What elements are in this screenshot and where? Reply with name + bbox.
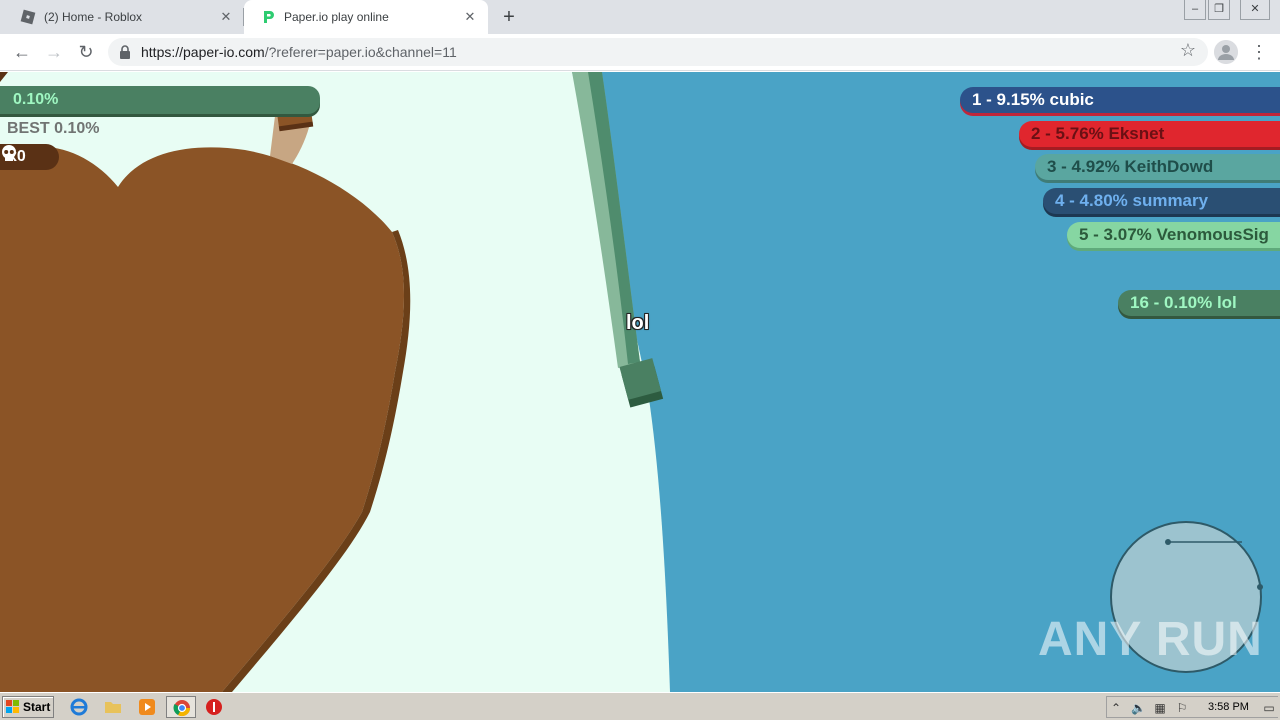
leaderboard-row: 1 - 9.15% cubic [960, 87, 1280, 113]
media-player-icon[interactable] [138, 698, 156, 716]
volume-icon[interactable]: 🔈 [1131, 701, 1146, 715]
player-name-label: lol [626, 312, 650, 334]
leaderboard-row: 4 - 4.80% summary [1043, 188, 1280, 214]
tab-strip: (2) Home - Roblox ✕ Paper.io play online… [0, 0, 1280, 34]
url-path: /?referer=paper.io&channel=11 [264, 44, 457, 60]
tray-expand-icon[interactable]: ⌃ [1109, 701, 1123, 715]
browser-toolbar: ← → ↻ https://paper-io.com/?referer=pape… [0, 34, 1280, 71]
windows-taskbar: Start ⌃ 🔈 ▦ ⚐ ▭ 3:58 PM [0, 692, 1280, 720]
close-window-icon[interactable]: ✕ [1240, 0, 1270, 20]
tab-title: (2) Home - Roblox [44, 10, 143, 24]
profile-avatar-icon[interactable] [1214, 40, 1238, 64]
system-tray: ⌃ 🔈 ▦ ⚐ ▭ [1106, 696, 1278, 718]
my-score-bar: 0.10% [0, 86, 320, 114]
show-desktop-icon[interactable]: ▭ [1261, 701, 1277, 715]
close-icon[interactable]: ✕ [462, 9, 478, 25]
back-arrow-icon[interactable]: ← [9, 39, 35, 65]
clock: 3:58 PM [1208, 701, 1249, 713]
close-icon[interactable]: ✕ [218, 9, 234, 25]
game-canvas[interactable]: 0.10% BEST 0.10% x0 1 - 9.15% cubic 2 - … [0, 72, 1280, 692]
start-button[interactable]: Start [2, 696, 54, 718]
url-text: https://paper-io.com/?referer=paper.io&c… [141, 44, 457, 60]
lock-icon [120, 45, 130, 59]
chrome-icon [173, 700, 191, 717]
paperio-icon [264, 11, 274, 23]
minimize-icon[interactable]: – [1184, 0, 1206, 20]
leaderboard-row: 2 - 5.76% Eksnet [1019, 121, 1280, 147]
ie-icon[interactable] [70, 698, 88, 716]
leaderboard-row: 5 - 3.07% VenomousSig [1067, 222, 1280, 248]
tab-title: Paper.io play online [284, 10, 389, 24]
leaderboard-row: 3 - 4.92% KeithDowd [1035, 154, 1280, 180]
anyrun-watermark: ANY RUN [1038, 612, 1263, 667]
folder-icon[interactable] [104, 698, 122, 716]
url-host: https://paper-io.com [141, 44, 265, 60]
menu-kebab-icon[interactable]: ⋮ [1250, 38, 1268, 66]
network-icon[interactable]: ▦ [1153, 701, 1167, 715]
watermark-text: ANY RUN [1038, 613, 1263, 666]
forward-arrow-icon[interactable]: → [41, 39, 67, 65]
roblox-icon [20, 9, 36, 25]
tab-roblox[interactable]: (2) Home - Roblox ✕ [8, 0, 244, 34]
skull-icon [2, 145, 16, 161]
address-bar[interactable]: https://paper-io.com/?referer=paper.io&c… [108, 38, 1208, 66]
new-tab-button[interactable]: + [498, 6, 520, 28]
reload-icon[interactable]: ↻ [73, 39, 99, 65]
leaderboard-row: 16 - 0.10% lol [1118, 290, 1280, 316]
best-score: BEST 0.10% [7, 120, 100, 137]
tab-paperio[interactable]: Paper.io play online ✕ [244, 0, 488, 34]
chrome-taskbar-button[interactable] [166, 696, 196, 718]
windows-flag-icon [6, 700, 19, 713]
action-center-flag-icon[interactable]: ⚐ [1175, 701, 1189, 715]
stop-icon[interactable] [205, 698, 223, 716]
start-label: Start [23, 700, 51, 714]
bookmark-star-icon[interactable]: ☆ [1180, 40, 1196, 61]
kills-counter: x0 [0, 144, 59, 170]
maximize-icon[interactable]: ❐ [1208, 0, 1230, 20]
